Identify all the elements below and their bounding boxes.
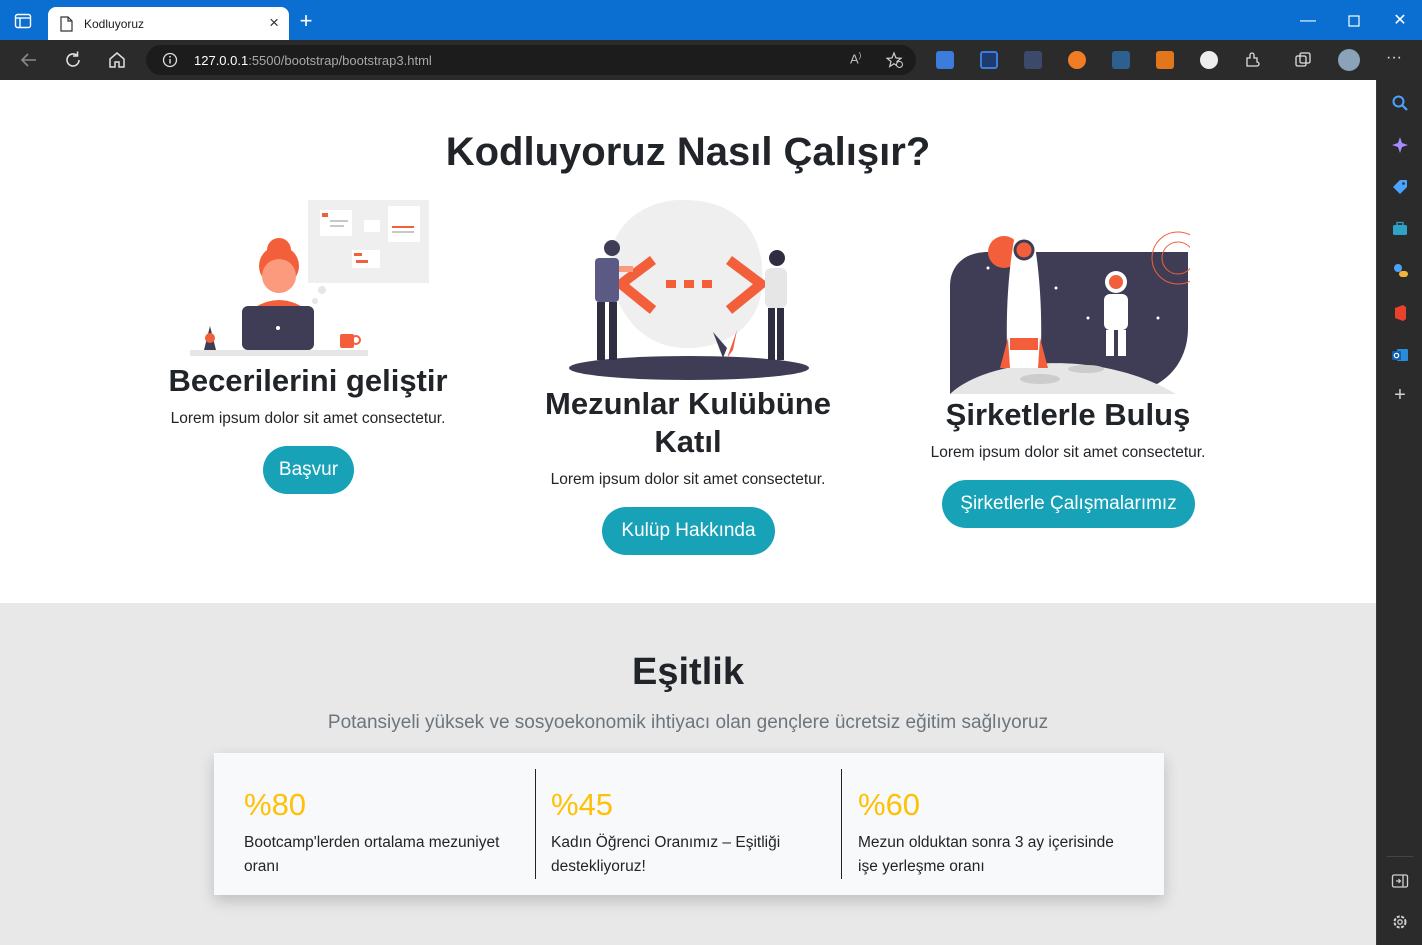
browser-titlebar: Kodluyoruz × + — ✕ bbox=[0, 0, 1422, 40]
games-icon[interactable] bbox=[1391, 262, 1409, 280]
tab-title: Kodluyoruz bbox=[84, 17, 145, 31]
browser-tab[interactable]: Kodluyoruz × bbox=[48, 7, 289, 40]
settings-menu-icon[interactable]: ··· bbox=[1386, 50, 1404, 69]
close-tab-icon[interactable]: × bbox=[269, 14, 279, 32]
url-host: 127.0.0.1 bbox=[194, 53, 249, 68]
sidebar-settings-icon[interactable] bbox=[1391, 913, 1409, 931]
url-path: :5500/bootstrap/bootstrap3.html bbox=[248, 53, 432, 68]
stat-label: Kadın Öğrenci Oranımız – Eşitliği destek… bbox=[551, 834, 781, 875]
column-text-companies: Lorem ipsum dolor sit amet consectetur. bbox=[930, 444, 1206, 461]
stat-label: Mezun olduktan sonra 3 ay içerisinde işe… bbox=[858, 834, 1114, 875]
orange-extension-icon[interactable] bbox=[1068, 51, 1086, 69]
column-text-alumni: Lorem ipsum dolor sit amet consectetur. bbox=[550, 471, 826, 488]
translate-extension-icon[interactable] bbox=[936, 51, 954, 69]
code-collaboration-illustration bbox=[569, 199, 809, 380]
column-title-alumni-line2: Katıl bbox=[654, 424, 722, 459]
stat-value: %45 bbox=[551, 787, 614, 822]
address-bar[interactable]: 127.0.0.1:5500/bootstrap/bootstrap3.html… bbox=[146, 45, 916, 75]
url-text: 127.0.0.1:5500/bootstrap/bootstrap3.html bbox=[194, 53, 432, 68]
stat-value: %80 bbox=[244, 787, 307, 822]
add-sidebar-app-icon[interactable]: + bbox=[1391, 385, 1409, 405]
home-icon[interactable] bbox=[106, 49, 128, 71]
back-icon[interactable] bbox=[18, 49, 40, 71]
how-it-works-section: Kodluyoruz Nasıl Çalışır? Becerilerini g… bbox=[0, 80, 1376, 603]
profile-avatar[interactable] bbox=[1338, 49, 1360, 71]
maximize-icon[interactable] bbox=[1342, 10, 1366, 32]
column-text-skills: Lorem ipsum dolor sit amet consectetur. bbox=[170, 410, 446, 427]
face-extension-icon[interactable] bbox=[1200, 51, 1218, 69]
metamask-extension-icon[interactable] bbox=[1156, 51, 1174, 69]
audio-extension-icon[interactable] bbox=[1112, 51, 1130, 69]
stat-label: Bootcamp'lerden ortalama mezuniyet oranı bbox=[244, 834, 500, 875]
extensions-icon[interactable] bbox=[1244, 51, 1262, 69]
column-title-alumni-line1: Mezunlar Kulübüne bbox=[545, 386, 831, 421]
rocket-astronaut-illustration bbox=[950, 202, 1190, 394]
column-title-companies: Şirketlerle Buluş bbox=[945, 397, 1191, 432]
close-window-icon[interactable]: ✕ bbox=[1388, 10, 1412, 32]
stat-graduation: %80 Bootcamp'lerden ortalama mezuniyet o… bbox=[214, 769, 520, 879]
shopping-tag-icon[interactable] bbox=[1391, 178, 1409, 196]
site-info-icon[interactable] bbox=[162, 52, 178, 68]
favorite-add-icon[interactable] bbox=[886, 51, 904, 69]
column-title-alumni: Mezunlar Kulübüne Katıl bbox=[518, 385, 858, 461]
stat-value: %60 bbox=[858, 787, 921, 822]
new-tab-icon[interactable]: + bbox=[296, 10, 316, 32]
read-aloud-icon[interactable]: A) bbox=[850, 51, 868, 69]
minimize-icon[interactable]: — bbox=[1296, 10, 1320, 32]
developer-at-laptop-illustration bbox=[190, 200, 429, 356]
stat-women: %45 Kadın Öğrenci Oranımız – Eşitliği de… bbox=[535, 769, 841, 879]
company-work-button[interactable]: Şirketlerle Çalışmalarımız bbox=[942, 480, 1195, 528]
outlook-icon[interactable] bbox=[1391, 346, 1409, 364]
copilot-icon[interactable] bbox=[1391, 136, 1409, 154]
equality-heading: Eşitlik bbox=[632, 651, 744, 693]
club-about-button[interactable]: Kulüp Hakkında bbox=[602, 507, 775, 555]
refresh-icon[interactable] bbox=[62, 49, 84, 71]
edge-sidebar: + bbox=[1376, 80, 1422, 945]
hide-sidebar-icon[interactable] bbox=[1391, 872, 1409, 890]
sidebar-divider bbox=[1387, 856, 1413, 857]
equality-section: Eşitlik Potansiyeli yüksek ve sosyoekono… bbox=[0, 603, 1376, 945]
page-icon bbox=[60, 16, 73, 32]
equality-subtitle: Potansiyeli yüksek ve sosyoekonomik ihti… bbox=[327, 712, 1049, 733]
collections-icon[interactable] bbox=[1294, 51, 1312, 69]
tools-briefcase-icon[interactable] bbox=[1391, 220, 1409, 238]
tab-actions-icon[interactable] bbox=[14, 13, 36, 29]
more-extension-icon[interactable] bbox=[1024, 51, 1042, 69]
stat-employment: %60 Mezun olduktan sonra 3 ay içerisinde… bbox=[841, 769, 1147, 879]
page-title: Kodluyoruz Nasıl Çalışır? bbox=[445, 130, 931, 174]
stats-card: %80 Bootcamp'lerden ortalama mezuniyet o… bbox=[214, 753, 1164, 895]
column-title-skills: Becerilerini geliştir bbox=[168, 363, 448, 398]
browser-toolbar: 127.0.0.1:5500/bootstrap/bootstrap3.html… bbox=[0, 40, 1422, 80]
search-icon[interactable] bbox=[1391, 94, 1409, 112]
p-extension-icon[interactable] bbox=[980, 51, 998, 69]
apply-button[interactable]: Başvur bbox=[263, 446, 354, 494]
office-icon[interactable] bbox=[1391, 304, 1409, 322]
page-viewport: Kodluyoruz Nasıl Çalışır? Becerilerini g… bbox=[0, 80, 1376, 945]
